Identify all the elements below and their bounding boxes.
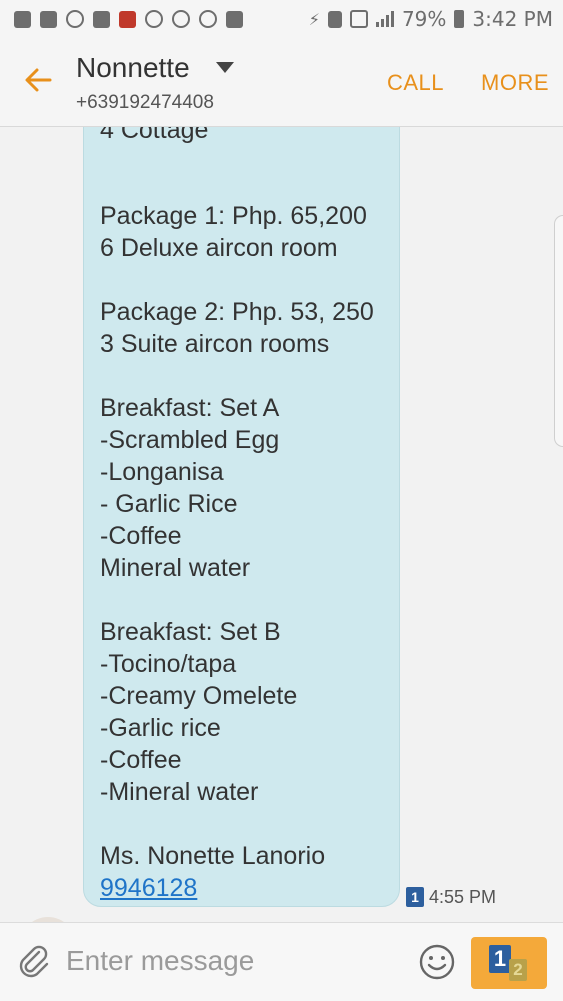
sim-badge: 1: [406, 887, 424, 907]
notification-icons: [14, 10, 243, 28]
gallery-icon: [93, 10, 110, 28]
message-list[interactable]: 4 Cottage Package 1: Php. 65,200 6 Delux…: [0, 127, 563, 922]
status-bar: ⚡ 79% 3:42 PM: [0, 0, 563, 38]
more-button[interactable]: MORE: [481, 70, 549, 96]
message-composer: 1 2: [0, 922, 563, 1001]
facebook-icon: [40, 10, 57, 28]
no-signal-icon: [349, 10, 368, 28]
smiley-icon: [419, 944, 455, 980]
news-icon: [119, 10, 136, 28]
attach-button[interactable]: [14, 941, 54, 981]
uae-icon: [145, 10, 163, 28]
phone-link[interactable]: 9946128: [100, 872, 400, 904]
back-button[interactable]: [18, 60, 58, 100]
message-partial-line: 4 Cottage: [100, 127, 209, 144]
sim1-icon: [327, 10, 342, 28]
message-text: Package 1: Php. 65,200 6 Deluxe aircon r…: [100, 168, 400, 922]
message-body: Package 1: Php. 65,200 6 Deluxe aircon r…: [100, 202, 374, 870]
scrollbar[interactable]: [554, 215, 563, 447]
send-button[interactable]: 1 2: [471, 937, 547, 989]
sim1-icon: 1: [489, 945, 511, 973]
contact-name[interactable]: Nonnette: [76, 52, 190, 84]
instagram-icon: [172, 10, 190, 28]
signal-icon: [375, 11, 394, 27]
system-indicators: ⚡ 79% 3:42 PM: [309, 7, 553, 31]
sync-icon: [199, 10, 217, 28]
viber-icon: [66, 10, 84, 28]
chat-icon: [14, 10, 31, 28]
sim2-icon: 2: [509, 959, 527, 981]
charging-icon: ⚡: [308, 9, 320, 29]
message-input[interactable]: [66, 941, 396, 981]
facebook-icon: [226, 10, 243, 28]
contact-number: +639192474408: [76, 92, 214, 113]
emoji-button[interactable]: [417, 942, 457, 982]
conversation-header: Nonnette +639192474408 CALL MORE: [0, 38, 563, 127]
paperclip-icon: [19, 945, 49, 978]
message-time: 4:55 PM: [429, 887, 497, 907]
back-arrow-icon: [25, 68, 52, 92]
clock: 3:42 PM: [472, 7, 553, 31]
battery-icon: [454, 10, 465, 28]
battery-percent: 79%: [401, 7, 447, 31]
message-bubble[interactable]: 4 Cottage Package 1: Php. 65,200 6 Delux…: [83, 127, 400, 907]
call-button[interactable]: CALL: [387, 70, 444, 96]
chevron-down-icon[interactable]: [216, 62, 234, 73]
